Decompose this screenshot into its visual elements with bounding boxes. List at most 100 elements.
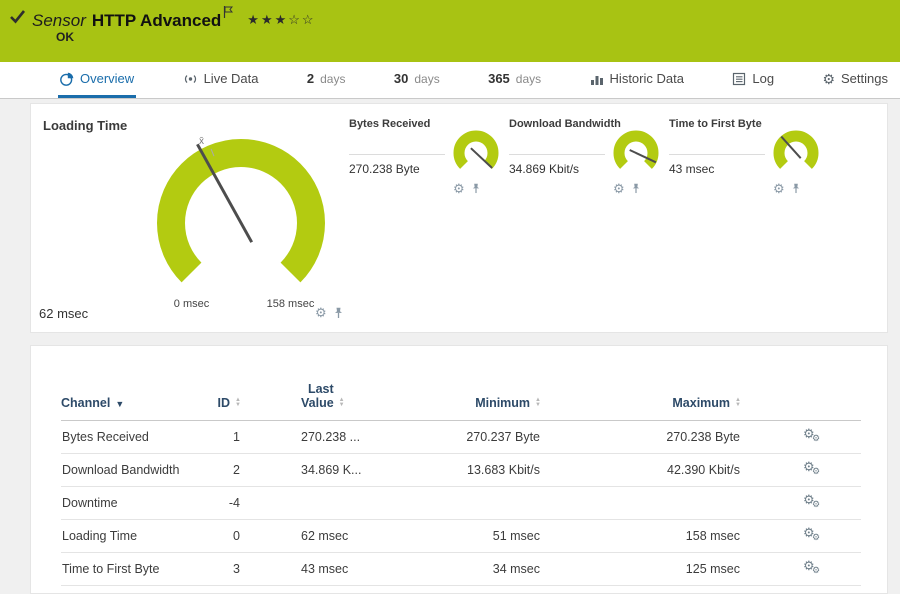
tab-overview[interactable]: Overview bbox=[58, 62, 137, 98]
last-value-cell: 270.238 ... bbox=[241, 420, 401, 454]
channel-id-cell: 0 bbox=[211, 519, 241, 553]
gauge-pin-icon[interactable] bbox=[471, 183, 481, 194]
gauge-gear-icon[interactable]: ⚙ bbox=[613, 182, 625, 195]
channel-table-panel: Channel ▼ ID ▲ ▼ Last Value ▲ ▼ Minimum ▲ ▼ Maxi… bbox=[30, 345, 888, 594]
maximum-cell bbox=[541, 486, 741, 520]
sort-arrows-icon[interactable]: ▲ ▼ bbox=[339, 397, 345, 408]
tab-bar: Overview Live Data 2 days 30 days 365 da… bbox=[0, 62, 900, 99]
last-value-cell: 43 msec bbox=[241, 552, 401, 586]
gauge-gear-icon[interactable]: ⚙ bbox=[315, 306, 327, 319]
maximum-cell: 270.238 Byte bbox=[541, 420, 741, 454]
minimum-cell: 270.237 Byte bbox=[401, 420, 541, 454]
mini-gauge-dial[interactable] bbox=[449, 126, 503, 180]
table-row[interactable]: Loading Time 0 62 msec 51 msec 158 msec … bbox=[61, 519, 861, 553]
channel-name-cell[interactable]: Downtime bbox=[61, 486, 211, 520]
live-data-icon bbox=[184, 74, 196, 83]
mini-gauge-download-bandwidth: Download Bandwidth 34.869 Kbit/s ⚙ bbox=[509, 118, 669, 210]
mini-gauge-dial[interactable] bbox=[609, 126, 663, 180]
gauge-gear-icon[interactable]: ⚙ bbox=[773, 182, 785, 195]
channel-settings-icon[interactable]: ⚙ ⚙ bbox=[803, 493, 823, 510]
tab-unit: days bbox=[414, 71, 440, 86]
minimum-cell: 34 msec bbox=[401, 552, 541, 586]
tab-log[interactable]: Log bbox=[730, 62, 776, 98]
tab-live-data[interactable]: Live Data bbox=[181, 62, 261, 98]
sensor-status-badge: OK bbox=[56, 30, 74, 44]
sensor-header-bar: Sensor HTTP Advanced ★★★☆☆ OK bbox=[0, 0, 900, 62]
divider bbox=[509, 154, 605, 155]
settings-gear-icon: ⚙ bbox=[822, 70, 836, 87]
column-header-last-value[interactable]: Last Value ▲ ▼ bbox=[241, 382, 401, 421]
historic-chart-icon bbox=[590, 75, 603, 85]
mini-gauge-bytes-received: Bytes Received 270.238 Byte ⚙ bbox=[349, 118, 509, 210]
channel-name-cell[interactable]: Download Bandwidth bbox=[61, 453, 211, 487]
minimum-cell: 13.683 Kbit/s bbox=[401, 453, 541, 487]
channel-id-cell: 2 bbox=[211, 453, 241, 487]
channel-settings-icon[interactable]: ⚙ ⚙ bbox=[803, 460, 823, 477]
sensor-kind-label: Sensor bbox=[32, 11, 86, 30]
log-list-icon bbox=[733, 72, 746, 85]
mini-gauge-time-to-first-byte: Time to First Byte 43 msec ⚙ bbox=[669, 118, 829, 210]
channel-name-cell[interactable]: Loading Time bbox=[61, 519, 211, 553]
tab-settings[interactable]: ⚙ Settings bbox=[820, 62, 890, 98]
gauge-pin-icon[interactable] bbox=[791, 183, 801, 194]
tab-365-days[interactable]: 365 days bbox=[486, 62, 543, 98]
mini-gauge-dial[interactable] bbox=[769, 126, 823, 180]
channel-id-cell: 1 bbox=[211, 420, 241, 454]
overview-pie-icon bbox=[60, 72, 74, 86]
gauges-panel: Loading Time x̄ 0 msec 158 msec 62 msec … bbox=[30, 103, 888, 333]
tab-label: Historic Data bbox=[609, 71, 684, 86]
tab-label: Live Data bbox=[203, 71, 259, 86]
divider bbox=[349, 154, 445, 155]
channel-settings-icon[interactable]: ⚙ ⚙ bbox=[803, 427, 823, 444]
sensor-title: HTTP Advanced bbox=[91, 11, 222, 30]
tab-value: 365 bbox=[488, 71, 510, 86]
tab-30-days[interactable]: 30 days bbox=[392, 62, 442, 98]
mini-gauge-value: 34.869 Kbit/s bbox=[509, 162, 580, 176]
primary-gauge-title: Loading Time bbox=[43, 118, 128, 133]
last-value-cell bbox=[241, 486, 401, 520]
priority-flag-icon[interactable] bbox=[223, 6, 234, 18]
minimum-cell: 51 msec bbox=[401, 519, 541, 553]
channel-id-cell: 3 bbox=[211, 552, 241, 586]
tab-label: Overview bbox=[80, 71, 135, 86]
tab-unit: days bbox=[515, 71, 542, 86]
channel-id-cell: -4 bbox=[211, 486, 241, 520]
gauge-pin-icon[interactable] bbox=[631, 183, 641, 194]
gauge-scale-max: 158 msec bbox=[266, 298, 315, 310]
channel-settings-icon[interactable]: ⚙ ⚙ bbox=[803, 526, 823, 543]
sort-caret-icon[interactable]: ▼ bbox=[115, 399, 124, 409]
divider bbox=[669, 154, 765, 155]
tab-value: 30 bbox=[393, 71, 409, 86]
mini-gauge-value: 270.238 Byte bbox=[349, 162, 420, 176]
tab-label: Settings bbox=[841, 71, 888, 86]
tab-value: 2 bbox=[306, 71, 315, 86]
priority-star-rating[interactable]: ★★★☆☆ bbox=[247, 12, 315, 27]
channel-settings-icon[interactable]: ⚙ ⚙ bbox=[803, 559, 823, 576]
column-header-maximum[interactable]: Maximum ▲ ▼ bbox=[541, 382, 741, 421]
last-value-cell: 62 msec bbox=[241, 519, 401, 553]
gauge-pin-icon[interactable] bbox=[333, 307, 344, 319]
gauge-scale-min: 0 msec bbox=[173, 298, 210, 310]
channel-name-cell[interactable]: Time to First Byte bbox=[61, 552, 211, 586]
tab-historic-data[interactable]: Historic Data bbox=[588, 62, 686, 98]
minimum-cell bbox=[401, 486, 541, 520]
column-header-channel[interactable]: Channel ▼ bbox=[61, 382, 211, 421]
sort-arrows-icon[interactable]: ▲ ▼ bbox=[535, 397, 541, 408]
gauge-gear-icon[interactable]: ⚙ bbox=[453, 182, 465, 195]
table-row[interactable]: Time to First Byte 3 43 msec 34 msec 125… bbox=[61, 552, 861, 586]
sort-arrows-icon[interactable]: ▲ ▼ bbox=[735, 397, 741, 408]
table-row[interactable]: Download Bandwidth 2 34.869 K... 13.683 … bbox=[61, 453, 861, 487]
column-header-actions bbox=[741, 382, 861, 421]
table-row[interactable]: Downtime -4 ⚙ ⚙ bbox=[61, 486, 861, 520]
sort-arrows-icon[interactable]: ▲ ▼ bbox=[235, 397, 241, 408]
channel-name-cell[interactable]: Bytes Received bbox=[61, 420, 211, 454]
tab-2-days[interactable]: 2 days bbox=[305, 62, 348, 98]
table-header-row: Channel ▼ ID ▲ ▼ Last Value ▲ ▼ Minimum ▲ ▼ Maxi… bbox=[61, 382, 861, 421]
tab-unit: days bbox=[320, 71, 346, 86]
column-header-id[interactable]: ID ▲ ▼ bbox=[211, 382, 241, 421]
status-check-icon bbox=[10, 10, 26, 24]
column-header-minimum[interactable]: Minimum ▲ ▼ bbox=[401, 382, 541, 421]
gauge-arc bbox=[157, 139, 325, 283]
table-row[interactable]: Bytes Received 1 270.238 ... 270.237 Byt… bbox=[61, 420, 861, 454]
last-value-cell: 34.869 K... bbox=[241, 453, 401, 487]
